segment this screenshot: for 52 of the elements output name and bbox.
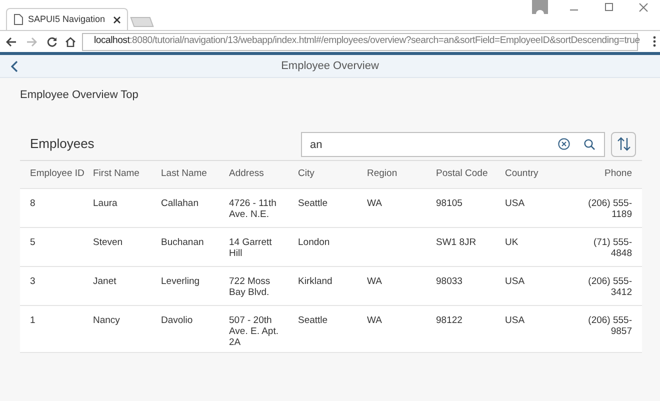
table-cell: Callahan <box>161 198 198 208</box>
table-cell: 5 <box>30 236 36 248</box>
table-cell: WA <box>367 276 382 286</box>
address-bar[interactable]: localhost:8080/tutorial/navigation/13/webapp/index.html#/employees/overview?search=an&sortField=EmployeeID&sortDescending=true <box>82 32 638 50</box>
table-cell: Leverling <box>161 276 200 286</box>
browser-tab[interactable]: SAPUI5 Navigation <box>6 8 128 30</box>
url-text: localhost:8080/tutorial/navigation/13/webapp/index.html#/employees/overview?search=an&sortField=EmployeeID&sortDescending=true <box>94 34 640 48</box>
column-header: Employee ID <box>30 168 84 179</box>
table-cell: 3 <box>30 276 36 286</box>
table-cell: USA <box>505 314 525 326</box>
table-cell: 722 Moss Bay Blvd. <box>229 276 270 298</box>
table-cell: Nancy <box>93 314 120 326</box>
table-cell: USA <box>505 198 525 208</box>
table-cell: USA <box>505 276 525 286</box>
column-header: First Name <box>93 168 140 179</box>
column-header: City <box>298 168 314 179</box>
table-cell: Steven <box>93 236 123 248</box>
column-header: Region <box>367 168 398 179</box>
table-cell: 1 <box>30 314 36 326</box>
table-cell-text: (206) 555-3412 <box>587 276 632 298</box>
column-header: Address <box>229 168 264 179</box>
table-cell-text: (206) 555-9857 <box>587 314 632 336</box>
table-cell: Kirkland <box>298 276 332 286</box>
tab-title: SAPUI5 Navigation <box>28 12 106 26</box>
table-cell: 98105 <box>436 198 462 208</box>
table-cell: Laura <box>93 198 118 208</box>
table-cell-text: (71) 555-4848 <box>592 236 632 258</box>
table-cell: 98122 <box>436 314 462 326</box>
table-cell: 14 Garrett Hill <box>229 236 272 258</box>
table-cell: 4726 - 11th Ave. N.E. <box>229 198 276 220</box>
section-title: Employee Overview Top <box>20 88 140 103</box>
table-cell: London <box>298 236 330 248</box>
table-cell: WA <box>367 314 382 326</box>
table-cell: SW1 8JR <box>436 236 476 248</box>
table-cell: WA <box>367 198 382 208</box>
column-header: Country <box>505 168 538 179</box>
table-cell: 8 <box>30 198 36 208</box>
search-field[interactable]: an <box>301 132 605 157</box>
table-title: Employees <box>30 135 96 154</box>
table-cell: Janet <box>93 276 116 286</box>
column-header: Phone <box>604 168 632 179</box>
table-cell: Buchanan <box>161 236 204 248</box>
table-cell: Seattle <box>298 198 328 208</box>
table-cell: Seattle <box>298 314 328 326</box>
column-header: Postal Code <box>436 168 488 179</box>
table-cell: 98033 <box>436 276 462 286</box>
page-title: Employee Overview <box>281 58 379 74</box>
table-cell-text: (206) 555-1189 <box>587 198 632 220</box>
table-cell: Davolio <box>161 314 193 326</box>
table-cell: 507 - 20th Ave. E. Apt. 2A <box>229 314 278 348</box>
column-header: Last Name <box>161 168 207 179</box>
table-cell: UK <box>505 236 518 248</box>
